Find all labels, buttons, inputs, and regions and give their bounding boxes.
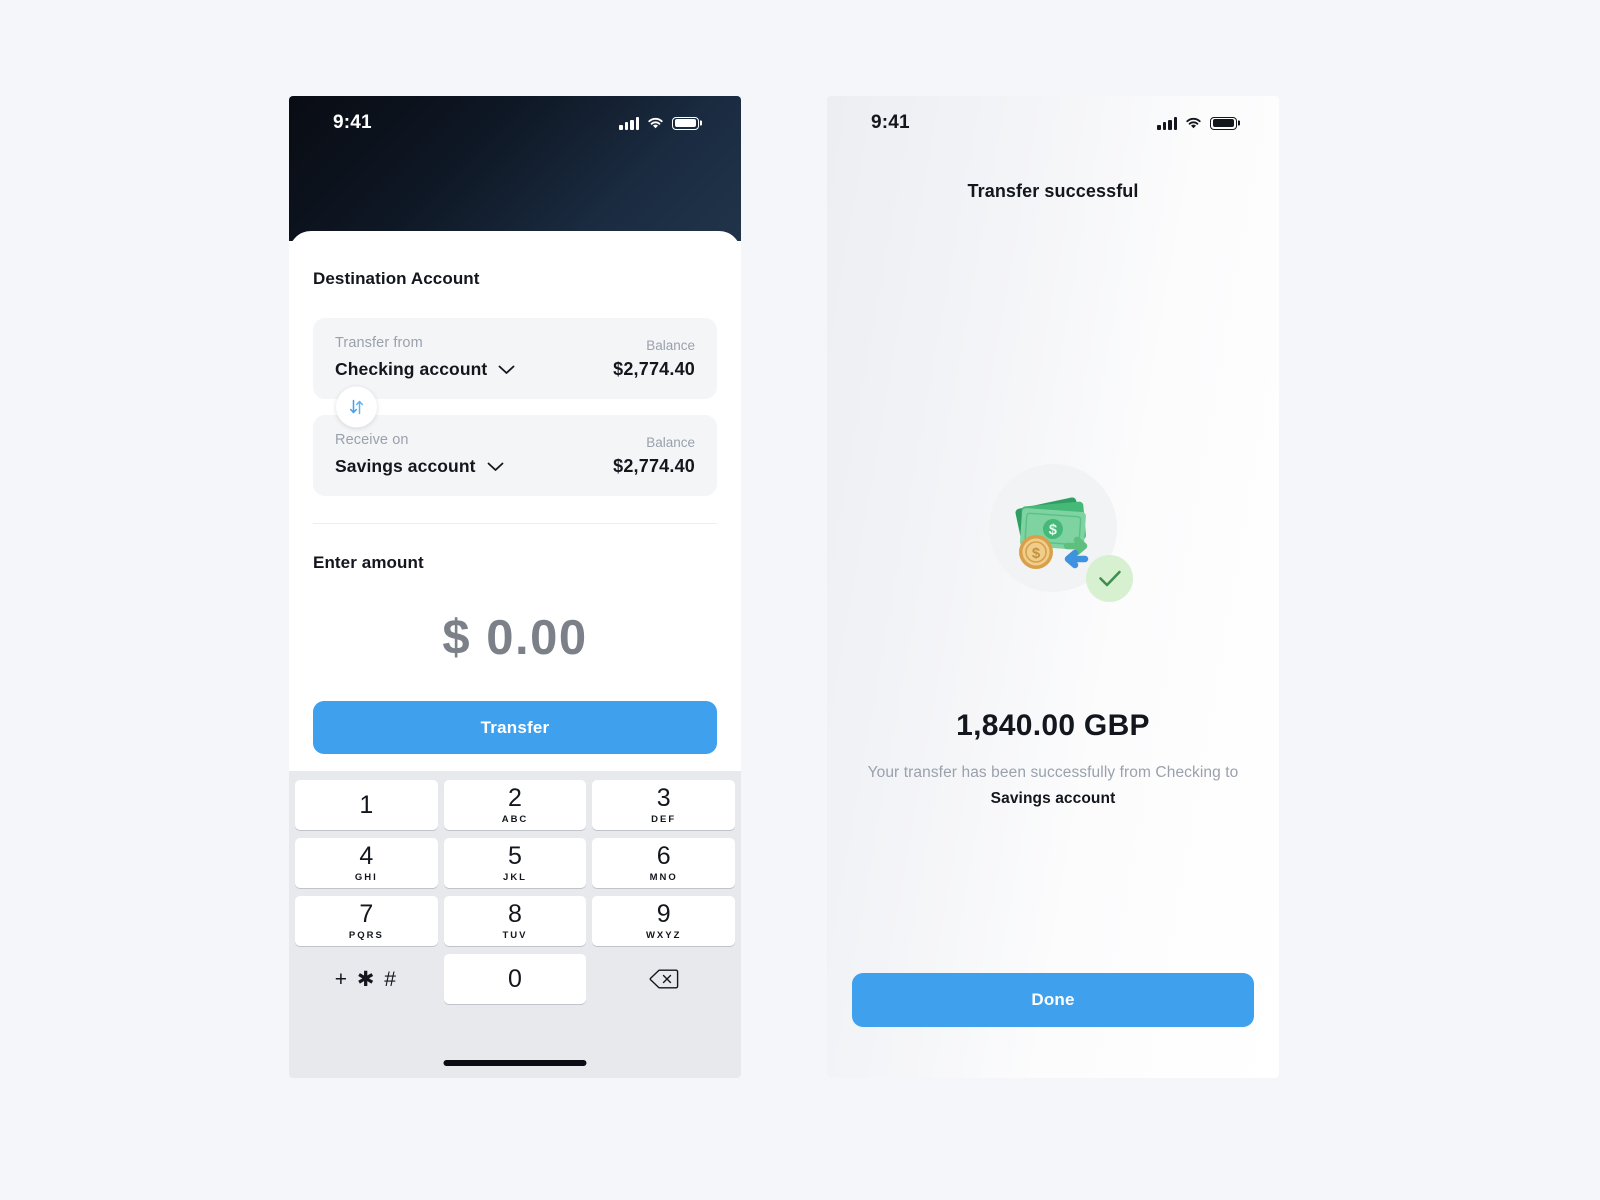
key-7[interactable]: 7 PQRS bbox=[295, 896, 438, 946]
status-icons bbox=[1157, 116, 1237, 130]
receive-on-balance: Balance $2,774.40 bbox=[613, 435, 695, 477]
cellular-bars-icon bbox=[619, 116, 639, 130]
battery-icon bbox=[1210, 116, 1237, 130]
transferred-amount: 1,840.00 GBP bbox=[956, 709, 1150, 742]
key-9[interactable]: 9 WXYZ bbox=[592, 896, 736, 946]
key-4[interactable]: 4 GHI bbox=[295, 838, 438, 888]
done-button[interactable]: Done bbox=[852, 973, 1254, 1027]
transfer-from-card[interactable]: Transfer from Checking account Balance $… bbox=[313, 318, 717, 399]
form-divider bbox=[313, 523, 717, 524]
key-digit: 7 bbox=[359, 899, 374, 928]
key-5[interactable]: 5 JKL bbox=[443, 838, 587, 888]
transfer-from-info: Transfer from Checking account bbox=[335, 335, 515, 380]
balance-label: Balance bbox=[646, 338, 695, 353]
receive-on-info: Receive on Savings account bbox=[335, 432, 504, 477]
receive-on-selector[interactable]: Savings account bbox=[335, 456, 504, 477]
balance-value: $2,774.40 bbox=[613, 359, 695, 379]
key-8[interactable]: 8 TUV bbox=[443, 896, 587, 946]
money-transfer-illustration: $ $ bbox=[989, 464, 1133, 602]
transfer-from-balance: Balance $2,774.40 bbox=[613, 338, 695, 380]
key-letters: DEF bbox=[651, 813, 677, 825]
key-3[interactable]: 3 DEF bbox=[592, 780, 736, 830]
receive-on-card[interactable]: Receive on Savings account Balance $2,77… bbox=[313, 415, 717, 496]
keypad-row: 1 2 ABC 3 DEF bbox=[295, 780, 736, 830]
transfer-from-label: Transfer from bbox=[335, 335, 423, 351]
key-backspace[interactable] bbox=[592, 954, 735, 1004]
amount-input[interactable]: $ 0.00 bbox=[313, 610, 717, 666]
key-digit: 6 bbox=[656, 841, 671, 870]
cellular-bars-icon bbox=[1157, 116, 1177, 130]
account-selectors: Transfer from Checking account Balance $… bbox=[313, 318, 717, 496]
key-digit: 5 bbox=[508, 841, 522, 870]
key-6[interactable]: 6 MNO bbox=[592, 838, 736, 888]
swap-accounts-button[interactable] bbox=[336, 386, 377, 428]
success-page-title: Transfer successful bbox=[967, 181, 1139, 201]
chevron-down-icon bbox=[487, 462, 503, 471]
key-symbols[interactable]: + ✱ # bbox=[295, 954, 438, 1004]
swap-vertical-icon bbox=[349, 399, 364, 415]
key-digit: 1 bbox=[359, 790, 374, 819]
key-digit: 4 bbox=[359, 841, 374, 870]
check-circle-icon bbox=[1086, 555, 1133, 602]
key-1[interactable]: 1 bbox=[295, 780, 438, 830]
battery-icon bbox=[672, 116, 699, 130]
key-symbol-glyphs: + ✱ # bbox=[334, 967, 398, 991]
chevron-down-icon bbox=[498, 365, 515, 374]
balance-label: Balance bbox=[646, 435, 695, 450]
checkmark-icon bbox=[1098, 570, 1121, 587]
key-letters: JKL bbox=[503, 871, 527, 883]
backspace-icon bbox=[649, 969, 678, 989]
wifi-icon bbox=[648, 117, 663, 128]
screenshot-canvas: 9:41 Transfer money Destination A bbox=[0, 0, 1600, 1200]
transfer-money-screen: 9:41 Transfer money Destination A bbox=[289, 96, 741, 1078]
transfer-button[interactable]: Transfer bbox=[313, 701, 717, 754]
keypad-row: 4 GHI 5 JKL 6 MNO bbox=[295, 838, 736, 888]
receive-on-account-name: Savings account bbox=[335, 456, 476, 476]
keypad-row: 7 PQRS 8 TUV 9 WXYZ bbox=[295, 896, 736, 946]
numeric-keypad: 1 2 ABC 3 DEF 4 GHI 5 JKL 6 MNO 7 PQRS 8… bbox=[289, 771, 741, 1078]
transfer-from-account-name: Checking account bbox=[335, 359, 488, 379]
key-digit: 3 bbox=[656, 783, 671, 812]
key-letters: ABC bbox=[501, 813, 529, 825]
done-button-wrap: Done bbox=[852, 973, 1254, 1027]
section-title-destination: Destination Account bbox=[313, 269, 480, 288]
balance-value: $2,774.40 bbox=[613, 456, 695, 476]
transfer-success-screen: 9:41 Transfer successful $ $ 1,840.00 GB… bbox=[827, 96, 1279, 1078]
svg-text:$: $ bbox=[1032, 545, 1041, 562]
home-indicator bbox=[443, 1060, 587, 1066]
success-message-line1: Your transfer has been successfully from… bbox=[867, 764, 1239, 781]
status-time: 9:41 bbox=[333, 112, 372, 133]
illustration-wrap: $ $ bbox=[827, 464, 1279, 602]
status-time: 9:41 bbox=[871, 112, 910, 133]
key-letters: TUV bbox=[502, 929, 528, 941]
status-bar: 9:41 bbox=[289, 96, 741, 150]
key-letters: MNO bbox=[649, 871, 678, 883]
key-2[interactable]: 2 ABC bbox=[443, 780, 587, 830]
key-digit: 8 bbox=[508, 899, 522, 928]
key-0[interactable]: 0 bbox=[443, 954, 587, 1004]
key-digit: 2 bbox=[508, 783, 522, 812]
success-message-line2: Savings account bbox=[990, 790, 1116, 807]
key-letters: GHI bbox=[354, 871, 378, 883]
receive-on-label: Receive on bbox=[335, 432, 409, 448]
key-digit: 9 bbox=[656, 899, 671, 928]
key-digit: 0 bbox=[508, 964, 522, 993]
transfer-form-sheet: Destination Account Transfer from Checki… bbox=[289, 231, 741, 771]
wifi-icon bbox=[1186, 117, 1201, 128]
transfer-button-wrap: Transfer bbox=[313, 701, 717, 754]
key-letters: WXYZ bbox=[645, 929, 682, 941]
transfer-from-selector[interactable]: Checking account bbox=[335, 359, 515, 380]
status-bar: 9:41 bbox=[827, 96, 1279, 150]
enter-amount-label: Enter amount bbox=[313, 553, 424, 572]
keypad-row: + ✱ # 0 bbox=[295, 954, 735, 1004]
status-icons bbox=[619, 116, 699, 130]
key-letters: PQRS bbox=[348, 929, 384, 941]
